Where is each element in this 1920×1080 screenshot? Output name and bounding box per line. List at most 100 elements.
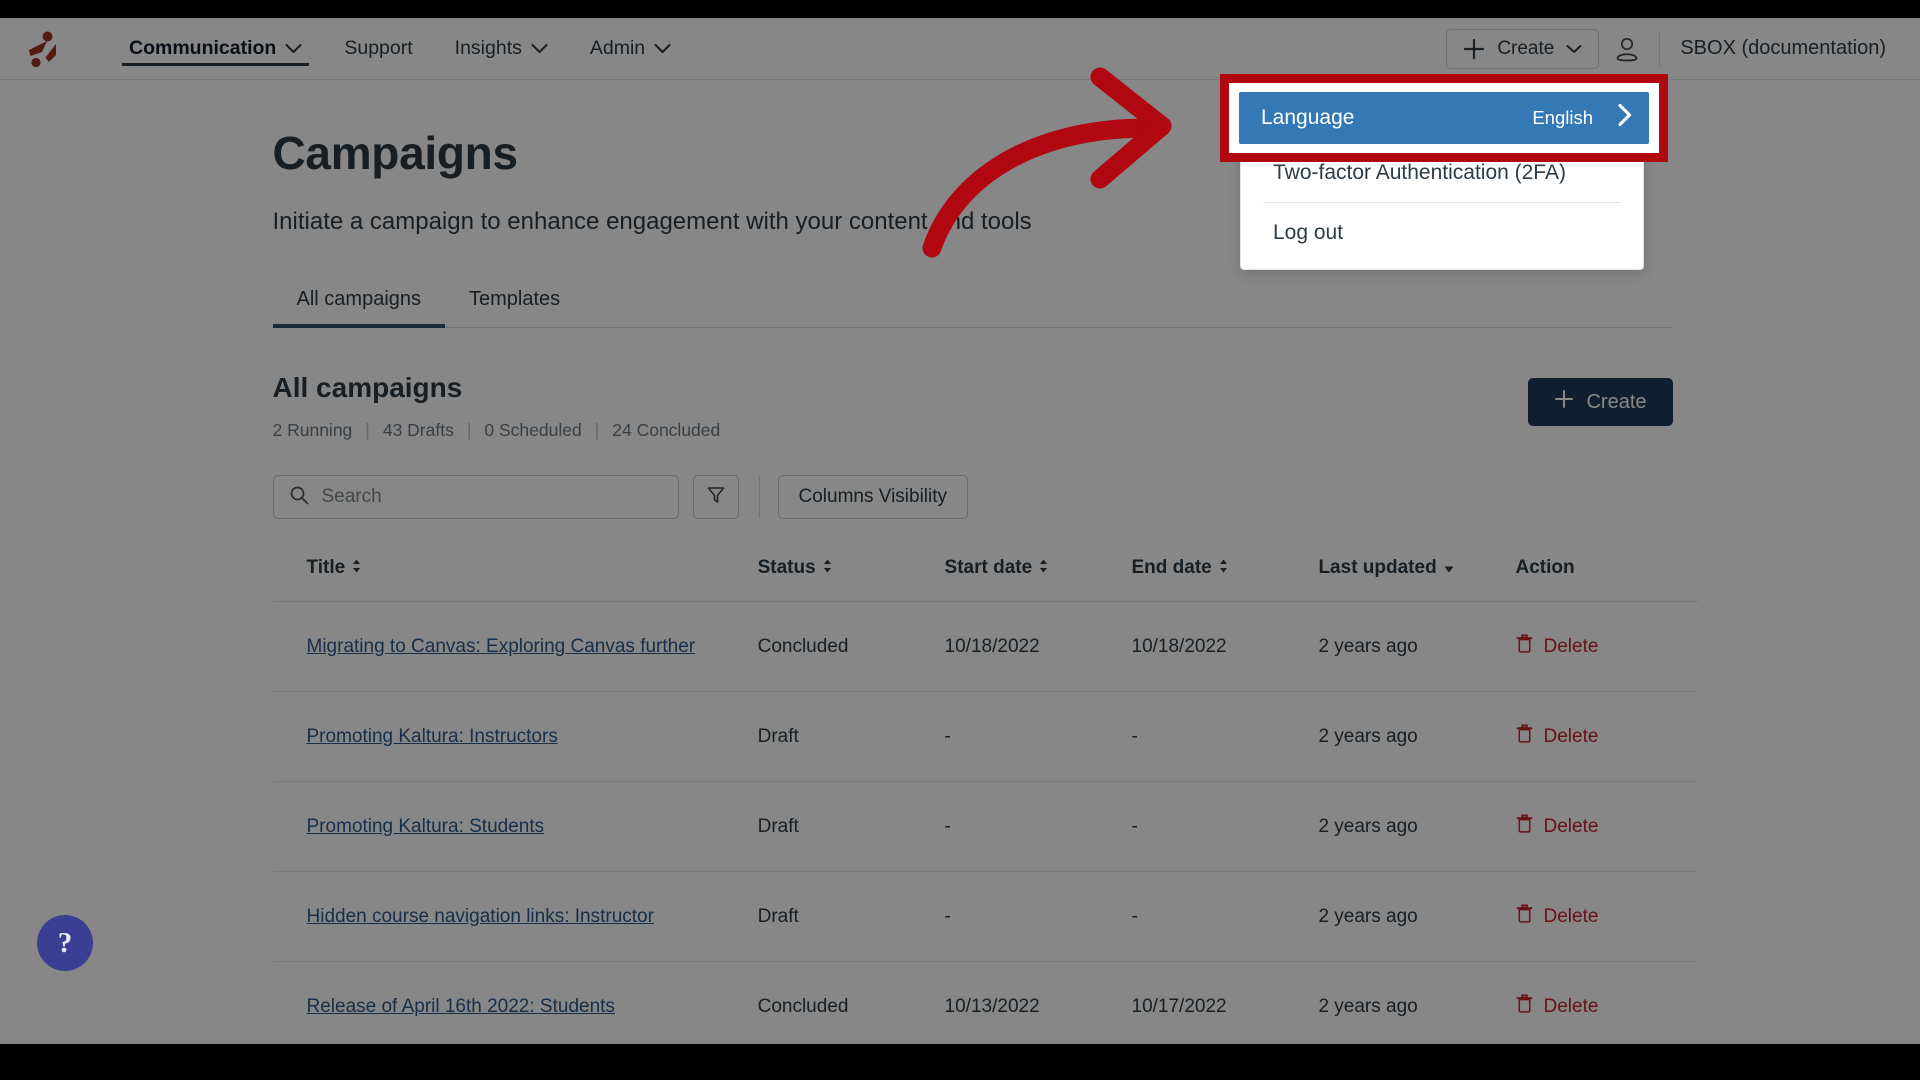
plus-icon	[1554, 389, 1574, 415]
letterbox-top-bar	[0, 0, 1920, 18]
campaign-status: Draft	[757, 905, 799, 927]
table-toolbar: Columns Visibility	[272, 475, 1673, 519]
account-name-label[interactable]: SBOX (documentation)	[1670, 37, 1896, 60]
nav-item-insights[interactable]: Insights	[434, 18, 569, 80]
campaigns-table: Title Status Start date End date Last up…	[272, 557, 1698, 1044]
campaign-last-updated: 2 years ago	[1318, 635, 1418, 657]
campaign-start-date: 10/13/2022	[944, 995, 1040, 1017]
campaign-last-updated: 2 years ago	[1318, 815, 1418, 837]
menu-item-label: Log out	[1273, 220, 1344, 244]
tab-all-campaigns[interactable]: All campaigns	[272, 288, 446, 328]
column-header-start-date[interactable]: Start date	[944, 557, 1132, 602]
main-navigation: Communication Support Insights Admin	[108, 18, 692, 80]
highlighted-menu-item-language[interactable]: Language English	[1239, 92, 1649, 144]
campaign-end-date: 10/17/2022	[1131, 995, 1227, 1017]
table-row: Migrating to Canvas: Exploring Canvas fu…	[272, 601, 1698, 692]
trash-icon	[1516, 634, 1533, 659]
nav-item-admin[interactable]: Admin	[569, 18, 692, 80]
filter-funnel-icon	[706, 485, 726, 510]
highlighted-item-value: English	[1532, 107, 1593, 128]
tab-templates[interactable]: Templates	[445, 288, 584, 327]
tab-bar: All campaigns Templates	[272, 288, 1673, 328]
campaign-status: Draft	[757, 815, 799, 837]
stat-separator: |	[365, 420, 370, 440]
menu-divider	[1263, 202, 1621, 203]
chevron-down-icon	[1566, 44, 1582, 54]
tab-label: All campaigns	[296, 288, 422, 310]
campaign-end-date: -	[1131, 725, 1138, 747]
campaign-title-link[interactable]: Promoting Kaltura: Instructors	[307, 726, 558, 747]
delete-campaign-button[interactable]: Delete	[1516, 814, 1598, 839]
delete-campaign-button[interactable]: Delete	[1516, 904, 1598, 929]
trash-icon	[1516, 814, 1533, 839]
annotation-highlight-inner: Language English	[1229, 83, 1659, 153]
annotation-highlight-box: Language English	[1220, 74, 1668, 162]
column-header-last-updated[interactable]: Last updated	[1318, 557, 1516, 602]
campaign-start-date: -	[944, 905, 951, 927]
create-dropdown-button[interactable]: Create	[1446, 28, 1600, 69]
sort-both-icon	[352, 557, 361, 579]
nav-item-communication[interactable]: Communication	[108, 18, 323, 80]
stat-drafts: 43 Drafts	[382, 420, 454, 440]
plus-icon	[1463, 38, 1485, 60]
search-field-wrapper[interactable]	[272, 475, 679, 519]
table-row: Hidden course navigation links: Instruct…	[272, 871, 1698, 962]
stat-separator: |	[466, 420, 472, 440]
campaign-end-date: -	[1131, 905, 1138, 927]
campaign-last-updated: 2 years ago	[1318, 905, 1418, 927]
nav-item-label: Insights	[454, 37, 522, 59]
table-row: Promoting Kaltura: Instructors Draft - -…	[272, 691, 1698, 782]
section-header-text: All campaigns 2 Running | 43 Drafts | 0 …	[273, 372, 721, 441]
menu-item-label: Two-factor Authentication (2FA)	[1273, 160, 1566, 184]
user-account-icon[interactable]	[1599, 21, 1655, 77]
campaign-title-link[interactable]: Promoting Kaltura: Students	[307, 816, 545, 837]
create-button-label: Create	[1497, 37, 1555, 59]
campaign-end-date: 10/18/2022	[1131, 635, 1227, 657]
question-mark-icon: ?	[57, 926, 73, 959]
section-title: All campaigns	[272, 372, 463, 403]
nav-item-support[interactable]: Support	[323, 18, 433, 80]
table-header: Title Status Start date End date Last up…	[272, 557, 1698, 602]
campaign-status: Draft	[757, 725, 799, 747]
annotation-arrow-icon	[900, 60, 1230, 260]
table-body: Migrating to Canvas: Exploring Canvas fu…	[272, 601, 1698, 1044]
column-header-action: Action	[1515, 557, 1698, 602]
campaign-title-link[interactable]: Migrating to Canvas: Exploring Canvas fu…	[307, 636, 696, 657]
column-label: Title	[306, 557, 346, 578]
column-header-end-date[interactable]: End date	[1131, 557, 1319, 602]
chevron-down-icon	[285, 43, 302, 54]
menu-item-log-out[interactable]: Log out	[1251, 206, 1633, 259]
column-header-title[interactable]: Title	[272, 557, 758, 602]
filter-button[interactable]	[692, 475, 739, 519]
campaign-title-link[interactable]: Hidden course navigation links: Instruct…	[307, 906, 654, 927]
campaign-stats: 2 Running | 43 Drafts | 0 Scheduled | 24…	[273, 420, 721, 441]
create-campaign-button[interactable]: Create	[1528, 378, 1673, 426]
top-bar-right-controls: Create SBOX (documentation)	[1446, 18, 1896, 80]
delete-campaign-button[interactable]: Delete	[1516, 634, 1598, 659]
letterbox-bottom-bar	[0, 1044, 1920, 1080]
campaign-status: Concluded	[757, 635, 849, 657]
columns-visibility-label: Columns Visibility	[798, 486, 948, 507]
kaltura-logo-icon[interactable]	[22, 28, 64, 70]
chevron-right-icon	[1617, 103, 1633, 133]
search-input[interactable]	[321, 486, 663, 508]
columns-visibility-button[interactable]: Columns Visibility	[777, 475, 969, 519]
trash-icon	[1516, 994, 1533, 1019]
delete-label: Delete	[1543, 725, 1599, 747]
highlighted-item-label: Language	[1261, 106, 1355, 129]
column-label: Last updated	[1318, 557, 1437, 578]
delete-campaign-button[interactable]: Delete	[1516, 994, 1598, 1019]
campaign-start-date: -	[944, 725, 951, 747]
tab-label: Templates	[469, 288, 561, 310]
trash-icon	[1516, 904, 1533, 929]
stat-running: 2 Running	[272, 420, 353, 440]
sort-both-icon	[1219, 557, 1228, 579]
column-header-status[interactable]: Status	[757, 557, 945, 602]
toolbar-divider	[758, 476, 760, 518]
nav-item-label: Support	[344, 37, 413, 59]
help-button[interactable]: ?	[37, 915, 93, 971]
campaign-title-link[interactable]: Release of April 16th 2022: Students	[307, 996, 615, 1017]
campaign-start-date: -	[944, 815, 951, 837]
delete-campaign-button[interactable]: Delete	[1516, 724, 1599, 749]
stat-separator: |	[594, 420, 600, 440]
